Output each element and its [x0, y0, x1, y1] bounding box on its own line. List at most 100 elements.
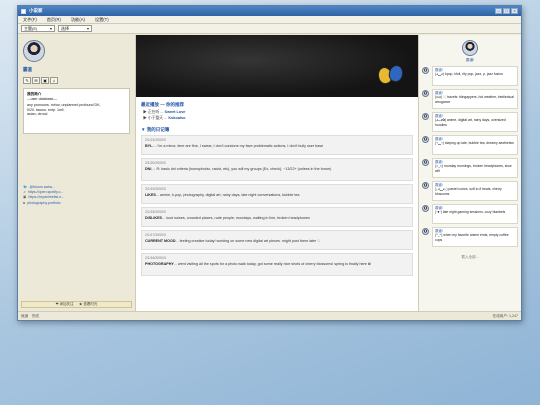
friend-item[interactable]: 霸道! (◕ᴗ◕✿) anime, digital art, rainy days… — [422, 112, 518, 132]
avatar[interactable] — [23, 40, 45, 62]
friend-item[interactable]: 霸道! (ᵔᴥᵔ) late night gaming sessions, coz… — [422, 204, 518, 224]
friend-text: (¬‿¬) staying up late, bubble tea, dream… — [435, 141, 514, 146]
friend-bubble: 霸道! (•ω•) ♡ travels: blingappers, hot wea… — [432, 89, 518, 109]
view-select-value: 主题(E) — [24, 25, 38, 31]
friends-panel-name[interactable]: 霸道! — [422, 58, 518, 63]
message-icon[interactable]: ✉ — [32, 77, 40, 84]
post-body: ... anime, k-pop, photography, digital a… — [155, 193, 300, 197]
link-text: @bloom.aaha... — [29, 185, 55, 189]
link-text: photography.portfolio — [27, 200, 61, 205]
friend-item[interactable]: 霸道! (^_^) when my favorite anime ends, em… — [422, 227, 518, 247]
friend-bubble: 霸道! (^_^) when my favorite anime ends, em… — [432, 227, 518, 247]
theater-masks-icon — [376, 63, 406, 87]
photo-icon[interactable]: ▣ — [41, 77, 49, 84]
post-body: ...: R: basic dni criteria (homophobic, … — [151, 167, 332, 171]
follow-bar[interactable]: ❤ 添加关注 ★ 查看时光 — [21, 301, 132, 308]
friend-bubble: 霸道! (◕‿◕) kpop, kfoll, rity pop, jazz, p.… — [432, 66, 518, 86]
link-portfolio[interactable]: ◘ photography.portfolio — [23, 201, 64, 206]
post-item: 2/1/17/2000/3 CURRENT MOOD... feeling cr… — [141, 230, 413, 250]
bio-box: 我的简介 —user database— any pronouns. minor… — [23, 88, 130, 134]
post-label: DISLIKES — [145, 216, 163, 220]
link-text: https://open.spotify.c... — [27, 190, 64, 195]
avatar — [422, 136, 429, 143]
post-date: 2/1/19/2000/3 — [145, 187, 166, 191]
twitter-icon: 🐦 — [23, 185, 28, 189]
title-bar: 小说家 – □ × — [18, 6, 521, 16]
recommend-list: ▶ 正在听 ... Sweet Love ▶ 小于整天 ... Kokoalso — [143, 110, 418, 121]
view-select[interactable]: 主题(E) ▾ — [21, 25, 55, 32]
app-icon — [21, 8, 26, 14]
post-date: 2/1/20/2000/3 — [145, 161, 166, 165]
posts-title[interactable]: ▼ 我的日记簿 — [141, 127, 418, 133]
post-label: PHOTOGRAPHY — [145, 262, 174, 266]
post-date: 2/1/17/2000/3 — [145, 233, 166, 237]
recommend-name: Kokoalso — [168, 115, 186, 120]
social-links: 🐦 @bloom.aaha... ♫ https://open.spotify.c.… — [23, 185, 64, 206]
menu-home[interactable]: 首页(R) — [47, 17, 61, 23]
post-item: 2/1/20/2000/3 DNI...: R: basic dni crite… — [141, 158, 413, 181]
video-icon: ▣ — [23, 195, 27, 200]
post-item: 2/1/16/2000/3 PHOTOGRAPHY... went visiti… — [141, 253, 413, 276]
post-date: 2/1/21/2000/3 — [145, 138, 166, 142]
profile-panel: 霸道 ✎ ✉ ▣ ♫ 我的简介 —user database— any pron… — [18, 35, 136, 311]
avatar — [422, 205, 429, 212]
music-icon[interactable]: ♫ — [50, 77, 58, 84]
maximize-button[interactable]: □ — [503, 8, 510, 14]
header-banner — [136, 35, 418, 97]
friend-text: (>_<) monday mornings, broken headphones… — [435, 164, 512, 173]
bio-line: asian, ctrncd — [27, 112, 48, 117]
recommend-prefix: ▶ 小于整天 ... — [143, 115, 168, 120]
menu-settings[interactable]: 设置(T) — [95, 17, 109, 23]
avatar[interactable] — [462, 40, 478, 56]
friend-item[interactable]: 霸道! (>_<) monday mornings, broken headpho… — [422, 158, 518, 178]
post-text: BYL...: I'm a minor, time are fine, I sw… — [145, 144, 409, 149]
edit-icon[interactable]: ✎ — [23, 77, 31, 84]
link-text: https://myanimelist.n... — [28, 195, 65, 200]
post-label: LIKES — [145, 193, 156, 197]
window-title: 小说家 — [29, 8, 43, 13]
post-text: DISLIKES... loud noises, crowded places,… — [145, 216, 409, 221]
friend-text: (◕ᴗ◕✿) anime, digital art, rainy days, o… — [435, 118, 506, 127]
friend-item[interactable]: 霸道! (◕‿◕) kpop, kfoll, rity pop, jazz, p.… — [422, 66, 518, 86]
friend-bubble: 霸道! (>_<) monday mornings, broken headpho… — [432, 158, 518, 178]
post-item: 2/1/21/2000/3 BYL...: I'm a minor, time … — [141, 135, 413, 155]
toolbar: 主题(E) ▾ 选择 ▾ — [18, 24, 521, 34]
sort-select[interactable]: 选择 ▾ — [58, 25, 92, 32]
menu-features[interactable]: 功能(A) — [71, 17, 85, 23]
post-item: 2/1/18/2000/3 DISLIKES... loud noises, c… — [141, 207, 413, 227]
avatar — [422, 182, 429, 189]
profile-actions: ✎ ✉ ▣ ♫ — [23, 77, 130, 84]
tragedy-mask-icon — [387, 63, 405, 84]
post-body: ... loud noises, crowded places, rude pe… — [162, 216, 310, 220]
recommend-name: Sweet Love — [164, 110, 186, 114]
friend-item[interactable]: 霸道! (｡◕‿◕｡) pastel colors, soft lo-fi bea… — [422, 181, 518, 201]
post-text: CURRENT MOOD... feeling creative today! … — [145, 239, 409, 244]
avatar — [422, 113, 429, 120]
close-button[interactable]: × — [511, 8, 518, 14]
friend-bubble: 霸道! (ᵔᴥᵔ) late night gaming sessions, coz… — [432, 204, 518, 224]
post-list: 2/1/21/2000/3 BYL...: I'm a minor, time … — [141, 135, 413, 276]
online-count: 在线用户: 1,247 — [492, 313, 518, 318]
menu-file[interactable]: 文件(F) — [23, 17, 37, 23]
post-label: CURRENT MOOD — [145, 239, 176, 243]
friend-item[interactable]: 霸道! (¬‿¬) staying up late, bubble tea, dr… — [422, 135, 518, 155]
app-window: 小说家 – □ × 文件(F) 首页(R) 功能(A) 设置(T) 主题(E) … — [17, 5, 522, 321]
friend-item[interactable]: 霸道! (•ω•) ♡ travels: blingappers, hot wea… — [422, 89, 518, 109]
post-text: DNI...: R: basic dni criteria (homophobi… — [145, 167, 409, 172]
friend-text: (◕‿◕) kpop, kfoll, rity pop, jazz, p. ja… — [435, 72, 503, 77]
status-bar: 就绪 完成 在线用户: 1,247 — [18, 311, 521, 320]
profile-username[interactable]: 霸道 — [23, 67, 130, 73]
post-body: ...: I'm a minor, time are fine, I swear… — [152, 144, 324, 148]
minimize-button[interactable]: – — [495, 8, 502, 14]
avatar — [422, 228, 429, 235]
friends-panel: 霸道! 霸道! (◕‿◕) kpop, kfoll, rity pop, jazz… — [419, 35, 521, 311]
friend-bubble: 霸道! (｡◕‿◕｡) pastel colors, soft lo-fi bea… — [432, 181, 518, 201]
avatar — [422, 67, 429, 74]
load-more-link[interactable]: 载入全部... — [422, 255, 518, 260]
friend-bubble: 霸道! (◕ᴗ◕✿) anime, digital art, rainy days… — [432, 112, 518, 132]
recommend-prefix: ▶ 正在听 ... — [143, 110, 164, 114]
main-feed: 最近播放 — 你的推荐 ▶ 正在听 ... Sweet Love ▶ 小于整天 … — [136, 35, 419, 311]
music-icon: ♫ — [23, 190, 26, 195]
avatar — [422, 159, 429, 166]
recommend-item[interactable]: ▶ 小于整天 ... Kokoalso — [143, 116, 418, 122]
